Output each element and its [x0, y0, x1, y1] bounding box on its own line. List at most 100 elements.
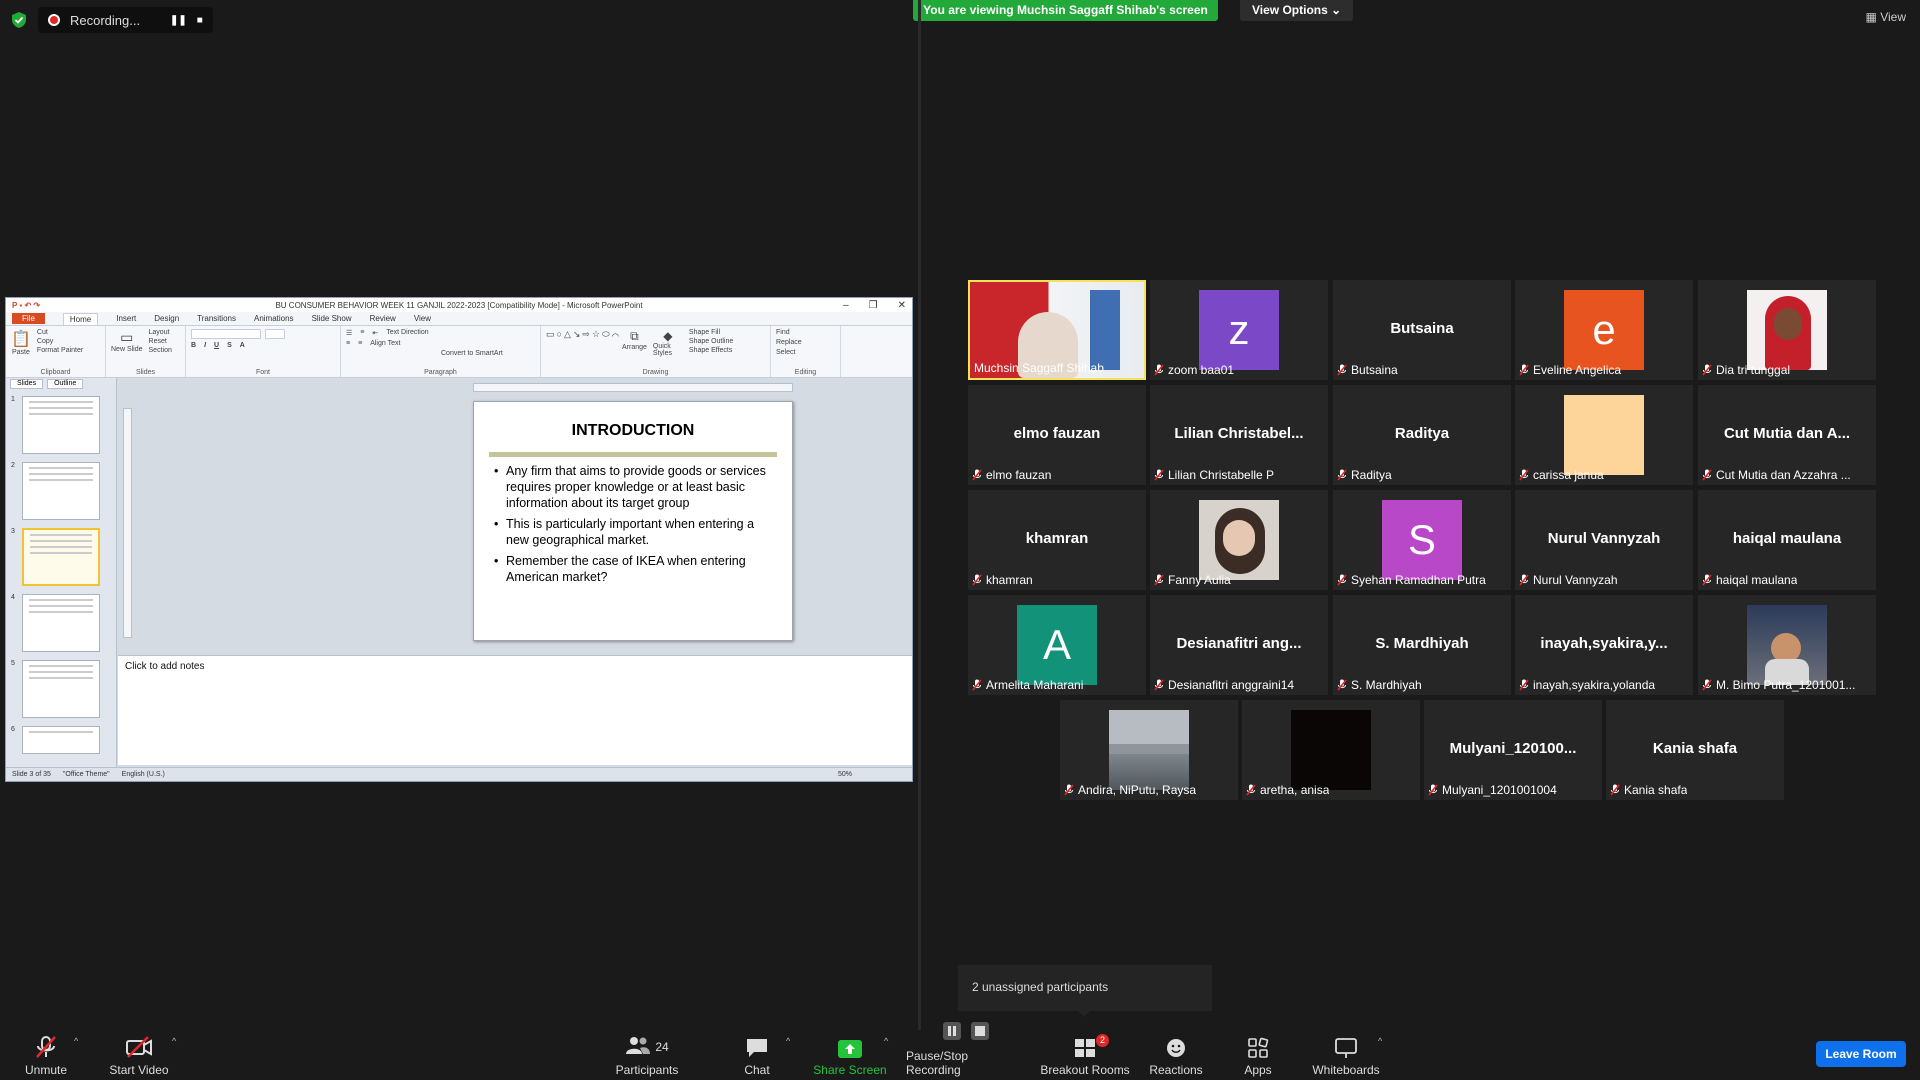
tab-slides[interactable]: Slides — [10, 379, 44, 389]
view-options-button[interactable]: View Options ⌄ — [1240, 0, 1354, 21]
font-color-icon[interactable]: A — [240, 342, 245, 349]
close-icon[interactable]: ✕ — [898, 300, 906, 311]
shapes-gallery[interactable]: ▭○△↘⇨☆⬭⌒ — [546, 329, 619, 357]
reset-button[interactable]: Reset — [149, 338, 172, 345]
font-size-select[interactable] — [265, 329, 285, 339]
chat-button[interactable]: Chat — [738, 1030, 776, 1080]
slide-thumbnail[interactable] — [22, 660, 100, 718]
audio-options-caret-icon[interactable]: ^ — [74, 1036, 78, 1046]
slide-thumbnail[interactable] — [22, 726, 100, 754]
select-button[interactable]: Select — [776, 349, 835, 356]
layout-button[interactable]: Layout — [149, 329, 172, 336]
share-options-caret-icon[interactable]: ^ — [884, 1036, 888, 1046]
participant-tile[interactable]: M. Bimo Putra_1201001... — [1698, 595, 1876, 695]
shape-fill-button[interactable]: Shape Fill — [689, 329, 733, 336]
tab-file[interactable]: File — [12, 313, 45, 324]
underline-icon[interactable]: U — [214, 342, 219, 349]
align-center-icon[interactable]: ≡ — [358, 340, 362, 347]
participant-tile[interactable]: Desianafitri ang... Desianafitri anggrain… — [1150, 595, 1328, 695]
arrange-button[interactable]: ⧉ Arrange — [622, 329, 647, 357]
unmute-button[interactable]: Unmute — [18, 1030, 74, 1080]
tab-slide-show[interactable]: Slide Show — [312, 314, 352, 323]
tab-review[interactable]: Review — [370, 314, 396, 323]
participant-tile[interactable]: elmo fauzan elmo fauzan — [968, 385, 1146, 485]
breakout-rooms-button[interactable]: 2 Breakout Rooms — [1040, 1030, 1130, 1080]
whiteboards-caret-icon[interactable]: ^ — [1378, 1036, 1382, 1046]
tab-animations[interactable]: Animations — [254, 314, 294, 323]
find-button[interactable]: Find — [776, 329, 835, 336]
pause-stop-recording-button[interactable]: Pause/Stop Recording — [906, 1022, 1026, 1080]
current-slide[interactable]: INTRODUCTION Any firm that aims to provi… — [473, 401, 793, 641]
participant-tile[interactable]: S. Mardhiyah S. Mardhiyah — [1333, 595, 1511, 695]
minimize-icon[interactable]: – — [843, 300, 849, 311]
whiteboards-button[interactable]: Whiteboards — [1308, 1030, 1384, 1080]
restore-icon[interactable]: ❐ — [869, 300, 878, 311]
participant-tile[interactable]: khamran khamran — [968, 490, 1146, 590]
participant-tile[interactable]: S Syehan Ramadhan Putra — [1333, 490, 1511, 590]
new-slide-button[interactable]: ▭ New Slide — [111, 329, 143, 354]
replace-button[interactable]: Replace — [776, 339, 835, 346]
view-button[interactable]: ▦ View — [1866, 10, 1906, 24]
align-text-button[interactable]: Align Text — [370, 340, 400, 347]
participants-button[interactable]: 24 Participants — [610, 1030, 684, 1080]
section-button[interactable]: Section — [149, 347, 172, 354]
participant-tile[interactable]: Fanny Aulia — [1150, 490, 1328, 590]
tab-outline[interactable]: Outline — [47, 379, 84, 389]
reactions-button[interactable]: Reactions — [1148, 1030, 1204, 1080]
bold-icon[interactable]: B — [191, 342, 196, 349]
participant-tile[interactable]: aretha, anisa — [1242, 700, 1420, 800]
participant-tile[interactable]: Andira, NiPutu, Raysa — [1060, 700, 1238, 800]
italic-icon[interactable]: I — [204, 342, 206, 349]
participant-tile[interactable]: inayah,syakira,y... inayah,syakira,yoland… — [1515, 595, 1693, 695]
slide-thumbnail[interactable] — [22, 594, 100, 652]
zoom-level[interactable]: 50% — [838, 771, 852, 778]
bullets-icon[interactable]: ☰ — [346, 329, 352, 337]
stop-recording-icon[interactable]: ■ — [197, 15, 203, 26]
copy-button[interactable]: Copy — [37, 338, 83, 345]
participant-tile[interactable]: Nurul Vannyzah Nurul Vannyzah — [1515, 490, 1693, 590]
participant-tile[interactable]: e Eveline Angelica — [1515, 280, 1693, 380]
font-family-select[interactable] — [191, 329, 261, 339]
security-shield-icon[interactable] — [10, 11, 28, 29]
format-painter-button[interactable]: Format Painter — [37, 347, 83, 354]
strikethrough-icon[interactable]: S — [227, 342, 232, 349]
video-options-caret-icon[interactable]: ^ — [172, 1036, 176, 1046]
notes-pane[interactable]: Click to add notes — [118, 655, 912, 765]
participant-tile[interactable]: Dia tri tunggal — [1698, 280, 1876, 380]
participant-tile[interactable]: Kania shafa Kania shafa — [1606, 700, 1784, 800]
shape-outline-button[interactable]: Shape Outline — [689, 338, 733, 345]
pause-recording-icon[interactable]: ❚❚ — [170, 15, 187, 26]
chat-options-caret-icon[interactable]: ^ — [786, 1036, 790, 1046]
indent-icon[interactable]: ⇤ — [372, 329, 378, 337]
slide-thumbnail[interactable] — [22, 396, 100, 454]
leave-room-button[interactable]: Leave Room — [1816, 1041, 1906, 1067]
paste-button[interactable]: 📋 Paste — [11, 329, 31, 356]
participant-tile[interactable]: Raditya Raditya — [1333, 385, 1511, 485]
slide-thumbnail-selected[interactable] — [22, 528, 100, 586]
share-screen-button[interactable]: Share Screen — [812, 1030, 888, 1080]
align-left-icon[interactable]: ≡ — [346, 340, 350, 347]
tab-view[interactable]: View — [414, 314, 431, 323]
apps-button[interactable]: Apps — [1240, 1030, 1276, 1080]
split-divider[interactable] — [918, 0, 921, 1030]
participant-tile[interactable]: Cut Mutia dan A... Cut Mutia dan Azzahra … — [1698, 385, 1876, 485]
participant-tile[interactable]: Muchsin Saggaff Shihab — [968, 280, 1146, 380]
tab-insert[interactable]: Insert — [116, 314, 136, 323]
participant-tile[interactable]: z zoom baa01 — [1150, 280, 1328, 380]
participant-tile[interactable]: Butsaina Butsaina — [1333, 280, 1511, 380]
slide-thumbnail[interactable] — [22, 462, 100, 520]
tab-transitions[interactable]: Transitions — [197, 314, 236, 323]
start-video-button[interactable]: Start Video — [104, 1030, 174, 1080]
participant-tile[interactable]: carissa janua — [1515, 385, 1693, 485]
cut-button[interactable]: Cut — [37, 329, 83, 336]
numbering-icon[interactable]: ≡ — [360, 329, 364, 337]
participant-tile[interactable]: Lilian Christabel... Lilian Christabelle … — [1150, 385, 1328, 485]
shape-effects-button[interactable]: Shape Effects — [689, 347, 733, 354]
tab-home[interactable]: Home — [62, 312, 99, 325]
tab-design[interactable]: Design — [154, 314, 179, 323]
participant-tile[interactable]: haiqal maulana haiqal maulana — [1698, 490, 1876, 590]
text-direction-button[interactable]: Text Direction — [386, 329, 428, 337]
convert-smartart-button[interactable]: Convert to SmartArt — [441, 350, 503, 357]
quick-styles-button[interactable]: ◆ Quick Styles — [653, 329, 683, 357]
participant-tile[interactable]: A Armelita Maharani — [968, 595, 1146, 695]
